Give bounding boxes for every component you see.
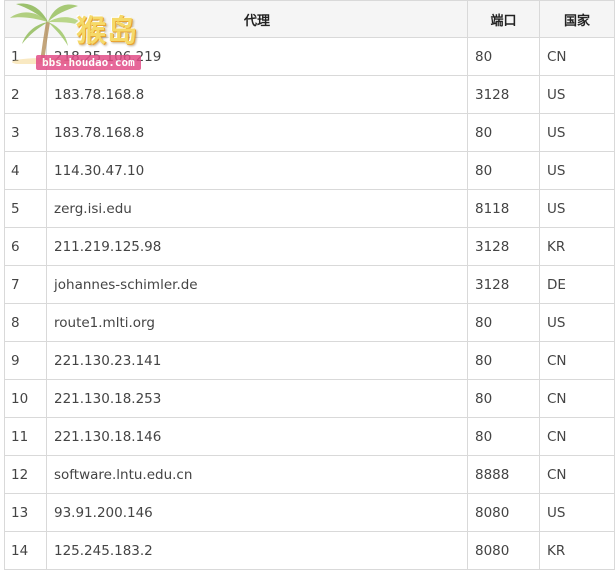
row-index: 7 — [4, 265, 47, 304]
table-row: 9 221.130.23.141 80 CN — [4, 341, 615, 380]
country-code: US — [539, 493, 615, 532]
proxy-host: zerg.isi.edu — [46, 189, 468, 228]
proxy-host: 183.78.168.8 — [46, 75, 468, 114]
proxy-port: 8080 — [467, 531, 540, 570]
country-code: US — [539, 303, 615, 342]
proxy-host: 93.91.200.146 — [46, 493, 468, 532]
table-row: 1 218.25.106.219 80 CN — [4, 37, 615, 76]
proxy-port: 80 — [467, 379, 540, 418]
table-body: 1 218.25.106.219 80 CN 2 183.78.168.8 3128 US 3 1… — [4, 37, 615, 570]
table-row: 6 211.219.125.98 3128 KR — [4, 227, 615, 266]
country-code: US — [539, 189, 615, 228]
country-code: KR — [539, 227, 615, 266]
row-index: 14 — [4, 531, 47, 570]
row-index: 5 — [4, 189, 47, 228]
table-header-row: 代理 端口 国家 — [4, 0, 615, 38]
country-code: CN — [539, 455, 615, 494]
proxy-host: 125.245.183.2 — [46, 531, 468, 570]
proxy-port: 3128 — [467, 75, 540, 114]
proxy-port: 80 — [467, 113, 540, 152]
table-row: 3 183.78.168.8 80 US — [4, 113, 615, 152]
proxy-port: 3128 — [467, 227, 540, 266]
country-code: CN — [539, 341, 615, 380]
country-code: US — [539, 75, 615, 114]
row-index: 2 — [4, 75, 47, 114]
table-row: 11 221.130.18.146 80 CN — [4, 417, 615, 456]
proxy-port: 8118 — [467, 189, 540, 228]
row-index: 12 — [4, 455, 47, 494]
proxy-host: 183.78.168.8 — [46, 113, 468, 152]
header-country: 国家 — [539, 0, 615, 38]
proxy-host: johannes-schimler.de — [46, 265, 468, 304]
proxy-host: route1.mlti.org — [46, 303, 468, 342]
country-code: US — [539, 151, 615, 190]
country-code: CN — [539, 379, 615, 418]
proxy-host: software.lntu.edu.cn — [46, 455, 468, 494]
row-index: 6 — [4, 227, 47, 266]
country-code: KR — [539, 531, 615, 570]
proxy-host: 221.130.23.141 — [46, 341, 468, 380]
row-index: 9 — [4, 341, 47, 380]
country-code: US — [539, 113, 615, 152]
proxy-port: 80 — [467, 37, 540, 76]
proxy-host: 211.219.125.98 — [46, 227, 468, 266]
header-port: 端口 — [467, 0, 540, 38]
table-row: 5 zerg.isi.edu 8118 US — [4, 189, 615, 228]
table-row: 14 125.245.183.2 8080 KR — [4, 531, 615, 570]
row-index: 11 — [4, 417, 47, 456]
table-row: 12 software.lntu.edu.cn 8888 CN — [4, 455, 615, 494]
row-index: 13 — [4, 493, 47, 532]
table-row: 10 221.130.18.253 80 CN — [4, 379, 615, 418]
proxy-table: 代理 端口 国家 1 218.25.106.219 80 CN 2 183.78.168.… — [4, 0, 615, 570]
proxy-host: 114.30.47.10 — [46, 151, 468, 190]
table-row: 4 114.30.47.10 80 US — [4, 151, 615, 190]
proxy-host: 221.130.18.146 — [46, 417, 468, 456]
header-proxy: 代理 — [46, 0, 468, 38]
row-index: 4 — [4, 151, 47, 190]
proxy-host: 218.25.106.219 — [46, 37, 468, 76]
proxy-port: 80 — [467, 151, 540, 190]
table-row: 2 183.78.168.8 3128 US — [4, 75, 615, 114]
row-index: 10 — [4, 379, 47, 418]
row-index: 8 — [4, 303, 47, 342]
proxy-port: 80 — [467, 341, 540, 380]
header-index — [4, 0, 47, 38]
table-row: 8 route1.mlti.org 80 US — [4, 303, 615, 342]
row-index: 1 — [4, 37, 47, 76]
proxy-host: 221.130.18.253 — [46, 379, 468, 418]
proxy-port: 80 — [467, 417, 540, 456]
table-row: 13 93.91.200.146 8080 US — [4, 493, 615, 532]
country-code: CN — [539, 37, 615, 76]
country-code: CN — [539, 417, 615, 456]
table-row: 7 johannes-schimler.de 3128 DE — [4, 265, 615, 304]
proxy-port: 80 — [467, 303, 540, 342]
proxy-port: 8080 — [467, 493, 540, 532]
country-code: DE — [539, 265, 615, 304]
proxy-port: 3128 — [467, 265, 540, 304]
proxy-port: 8888 — [467, 455, 540, 494]
row-index: 3 — [4, 113, 47, 152]
